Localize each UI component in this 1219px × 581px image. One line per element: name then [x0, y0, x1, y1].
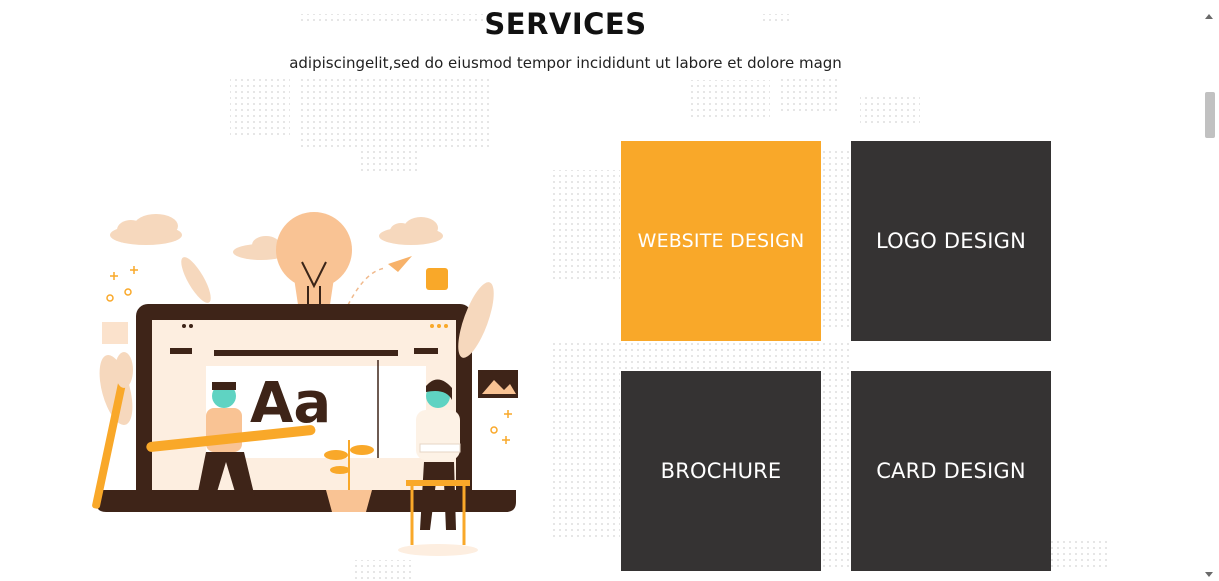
- service-tile-card-design[interactable]: CARD DESIGN: [851, 371, 1051, 571]
- services-page: SERVICES adipiscingelit,sed do eiusmod t…: [0, 0, 1219, 581]
- service-tile-website-design[interactable]: WEBSITE DESIGN: [621, 141, 821, 341]
- section-subtitle: adipiscingelit,sed do eiusmod tempor inc…: [289, 54, 842, 72]
- service-tile-label: BROCHURE: [660, 459, 782, 483]
- service-tile-logo-design[interactable]: LOGO DESIGN: [851, 141, 1051, 341]
- cloud-left: [110, 214, 182, 245]
- paper-plane-icon: [388, 256, 412, 272]
- vertical-scrollbar[interactable]: [1200, 0, 1219, 581]
- typography-letters: Aa: [250, 371, 331, 436]
- cloud-right: [379, 217, 443, 245]
- triangle-down-icon[interactable]: [1205, 572, 1213, 577]
- drop-badge-icon: [102, 322, 128, 344]
- service-tile-label: CARD DESIGN: [876, 459, 1026, 483]
- triangle-up-icon[interactable]: [1205, 14, 1213, 19]
- scrollbar-thumb[interactable]: [1205, 92, 1215, 138]
- designers-illustration: Aa: [92, 212, 518, 556]
- service-tile-label: LOGO DESIGN: [875, 229, 1027, 253]
- section-title: SERVICES: [484, 7, 647, 41]
- service-tile-label: WEBSITE DESIGN: [637, 230, 805, 252]
- service-tile-brochure[interactable]: BROCHURE: [621, 371, 821, 571]
- lightbulb-badge-icon: [426, 268, 448, 290]
